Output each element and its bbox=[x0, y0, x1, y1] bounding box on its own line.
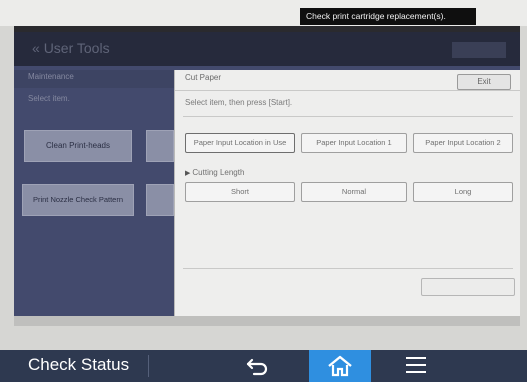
screen: « User Tools Maintenance Select item. Cl… bbox=[14, 26, 520, 326]
cut-paper-dialog: Cut Paper Exit Select item, then press [… bbox=[174, 70, 520, 316]
select-item-label: Select item. bbox=[28, 94, 70, 103]
check-status-button[interactable]: Check Status bbox=[28, 355, 129, 375]
cutting-length-short-button[interactable]: Short bbox=[185, 182, 295, 202]
dialog-title: Cut Paper bbox=[185, 73, 222, 82]
divider bbox=[175, 90, 520, 91]
paper-input-location-in-use-button[interactable]: Paper Input Location in Use bbox=[185, 133, 295, 153]
paper-input-location-1-button[interactable]: Paper Input Location 1 bbox=[301, 133, 407, 153]
cutting-length-long-button[interactable]: Long bbox=[413, 182, 513, 202]
cutting-length-label: ▶ Cutting Length bbox=[185, 168, 245, 177]
back-chevron-icon: « bbox=[32, 40, 40, 56]
user-tools-exit-button[interactable] bbox=[452, 42, 506, 58]
menu-icon[interactable] bbox=[406, 357, 426, 375]
exit-button[interactable]: Exit bbox=[457, 74, 511, 90]
background-button[interactable] bbox=[146, 184, 174, 216]
home-button[interactable] bbox=[309, 350, 371, 382]
top-strip: Check print cartridge replacement(s). bbox=[0, 0, 527, 26]
divider bbox=[183, 116, 513, 117]
section-triangle-icon: ▶ bbox=[185, 170, 191, 177]
maintenance-label: Maintenance bbox=[28, 72, 74, 81]
bottom-navigation-bar: Check Status bbox=[0, 350, 527, 382]
divider bbox=[183, 268, 513, 269]
start-button[interactable] bbox=[421, 278, 515, 296]
home-icon bbox=[328, 355, 352, 377]
screen-bottom-bezel bbox=[14, 316, 520, 326]
background-button[interactable] bbox=[146, 130, 174, 162]
notification-message: Check print cartridge replacement(s). bbox=[300, 8, 476, 25]
cutting-length-normal-button[interactable]: Normal bbox=[301, 182, 407, 202]
paper-input-location-2-button[interactable]: Paper Input Location 2 bbox=[413, 133, 513, 153]
user-tools-header: « User Tools bbox=[14, 32, 520, 66]
user-tools-title: « User Tools bbox=[32, 40, 110, 56]
clean-print-heads-button[interactable]: Clean Print-heads bbox=[24, 130, 132, 162]
back-arrow-icon[interactable] bbox=[244, 354, 272, 378]
print-nozzle-check-button[interactable]: Print Nozzle Check Pattern bbox=[22, 184, 134, 216]
nav-divider bbox=[148, 355, 149, 377]
dialog-instruction: Select item, then press [Start]. bbox=[185, 98, 293, 107]
